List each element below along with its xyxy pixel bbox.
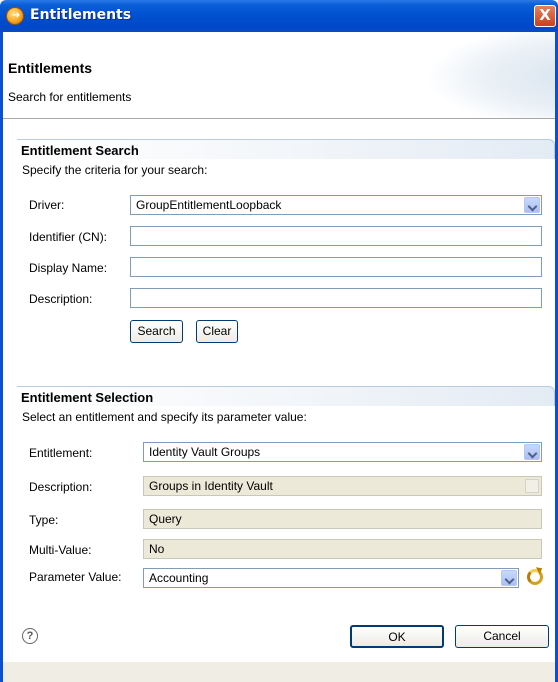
window-title: Entitlements bbox=[30, 7, 132, 23]
search-section-title: Entitlement Search bbox=[21, 143, 139, 158]
chevron-down-icon[interactable] bbox=[524, 197, 540, 213]
type-label: Type: bbox=[29, 513, 59, 527]
driver-label: Driver: bbox=[29, 198, 65, 212]
dialog-bottom-bar bbox=[3, 662, 555, 682]
chevron-down-icon[interactable] bbox=[524, 444, 540, 460]
close-button[interactable]: X bbox=[534, 5, 556, 27]
display-name-label: Display Name: bbox=[29, 261, 108, 275]
cancel-button[interactable]: Cancel bbox=[455, 625, 549, 648]
ok-button[interactable]: OK bbox=[350, 625, 444, 648]
multi-value-value: No bbox=[149, 542, 165, 556]
clear-button[interactable]: Clear bbox=[196, 320, 238, 343]
search-description-input[interactable] bbox=[130, 288, 542, 308]
selection-section-description: Select an entitlement and specify its pa… bbox=[22, 410, 307, 424]
title-bar: ➜ Entitlements X bbox=[0, 0, 558, 32]
refresh-icon[interactable] bbox=[527, 569, 543, 585]
parameter-value-label: Parameter Value: bbox=[29, 570, 122, 584]
parameter-value-select-value: Accounting bbox=[149, 571, 209, 585]
parameter-value-select[interactable]: Accounting bbox=[143, 568, 519, 588]
entitlement-label: Entitlement: bbox=[29, 446, 93, 460]
selection-description-field: Groups in Identity Vault bbox=[143, 476, 542, 496]
search-description-label: Description: bbox=[29, 292, 93, 306]
type-value: Query bbox=[149, 512, 182, 526]
entitlement-select[interactable]: Identity Vault Groups bbox=[143, 442, 542, 462]
banner-description: Search for entitlements bbox=[8, 90, 132, 104]
selection-section-title: Entitlement Selection bbox=[21, 390, 154, 405]
field-scroll-control bbox=[525, 479, 539, 493]
search-section-header: Entitlement Search bbox=[17, 139, 555, 159]
banner-title: Entitlements bbox=[8, 60, 93, 76]
multi-value-field: No bbox=[143, 539, 542, 559]
banner-decoration bbox=[425, 32, 555, 118]
search-section-description: Specify the criteria for your search: bbox=[22, 163, 208, 177]
identifier-label: Identifier (CN): bbox=[29, 230, 108, 244]
driver-select-value: GroupEntitlementLoopback bbox=[136, 198, 282, 212]
help-icon[interactable]: ? bbox=[22, 628, 38, 644]
identifier-input[interactable] bbox=[130, 226, 542, 246]
window-frame-left bbox=[0, 32, 3, 682]
selection-section-header: Entitlement Selection bbox=[17, 386, 555, 406]
multi-value-label: Multi-Value: bbox=[29, 543, 92, 557]
search-button[interactable]: Search bbox=[130, 320, 183, 343]
driver-select[interactable]: GroupEntitlementLoopback bbox=[130, 195, 542, 215]
chevron-down-icon[interactable] bbox=[501, 570, 517, 586]
display-name-input[interactable] bbox=[130, 257, 542, 277]
banner-divider bbox=[3, 118, 555, 119]
selection-description-value: Groups in Identity Vault bbox=[149, 479, 273, 493]
selection-description-label: Description: bbox=[29, 480, 93, 494]
entitlements-app-icon: ➜ bbox=[6, 7, 24, 25]
type-field: Query bbox=[143, 509, 542, 529]
entitlement-select-value: Identity Vault Groups bbox=[149, 445, 261, 459]
dialog-banner: Entitlements Search for entitlements bbox=[3, 32, 555, 118]
